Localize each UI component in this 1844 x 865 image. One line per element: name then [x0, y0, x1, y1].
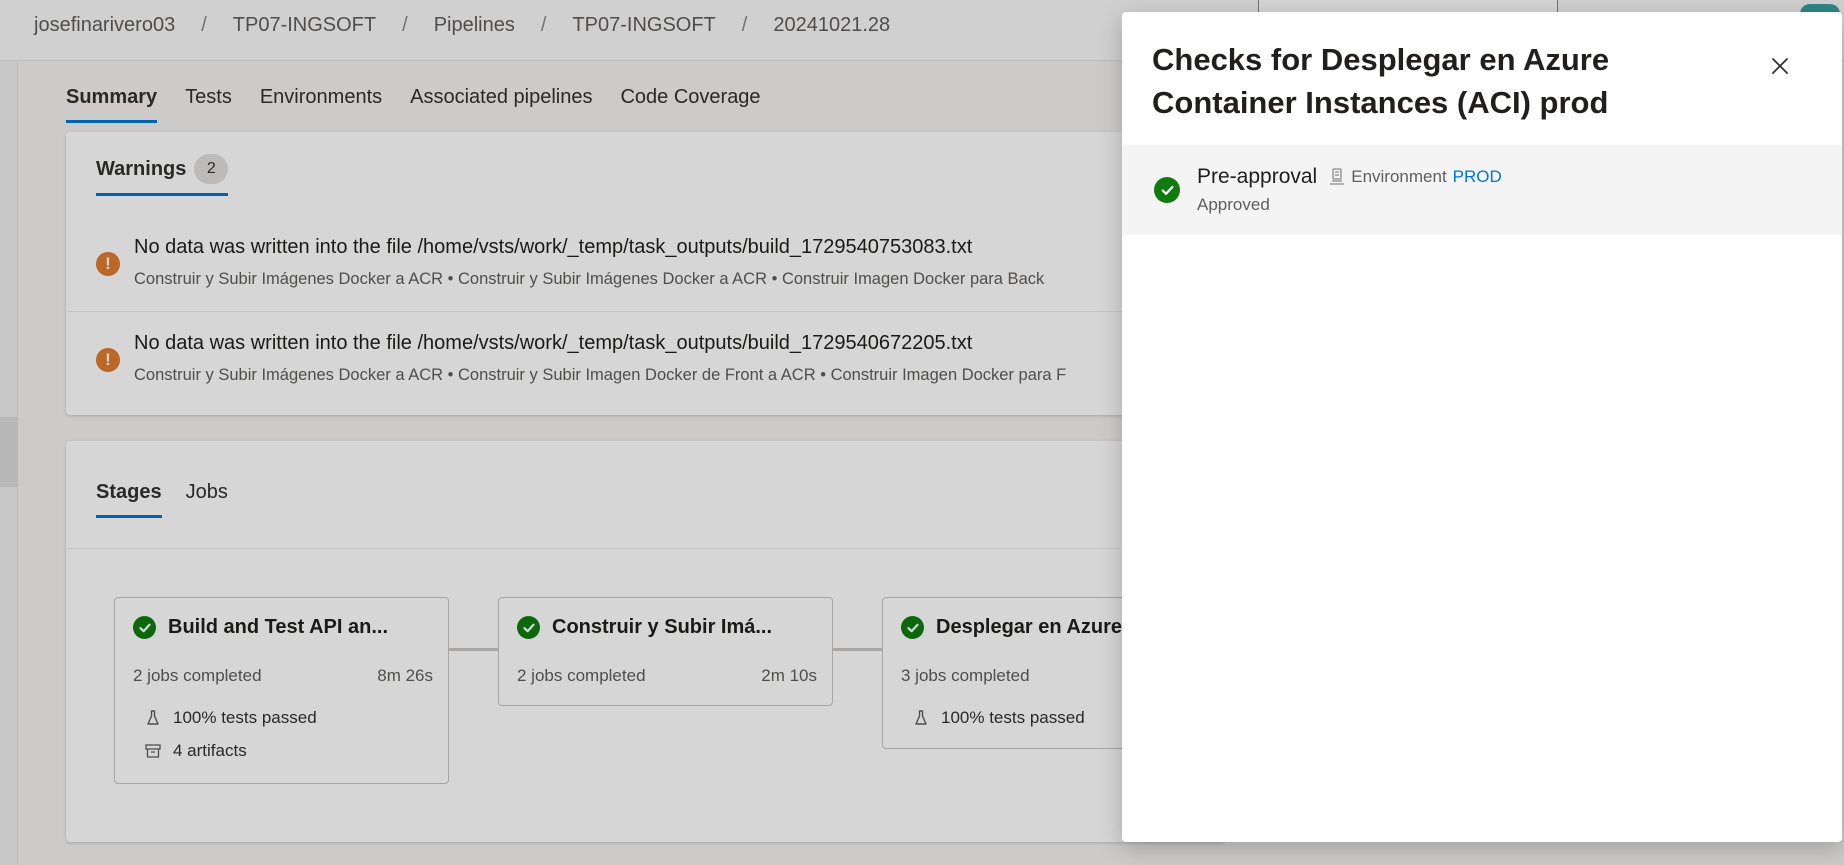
close-icon — [1770, 56, 1790, 81]
panel-title: Checks for Desplegar en Azure Container … — [1152, 42, 1610, 120]
check-row[interactable]: Pre-approval Environment PROD Approved — [1122, 145, 1842, 235]
check-type-label: Environment — [1351, 167, 1447, 186]
checks-panel: Checks for Desplegar en Azure Container … — [1122, 12, 1842, 842]
environment-link[interactable]: PROD — [1453, 167, 1502, 187]
check-name: Pre-approval — [1197, 165, 1318, 188]
environment-icon — [1329, 168, 1345, 186]
success-check-icon — [1154, 177, 1180, 203]
check-status: Approved — [1197, 195, 1270, 214]
check-header: Pre-approval Environment PROD — [1197, 165, 1502, 189]
close-button[interactable] — [1762, 50, 1798, 86]
